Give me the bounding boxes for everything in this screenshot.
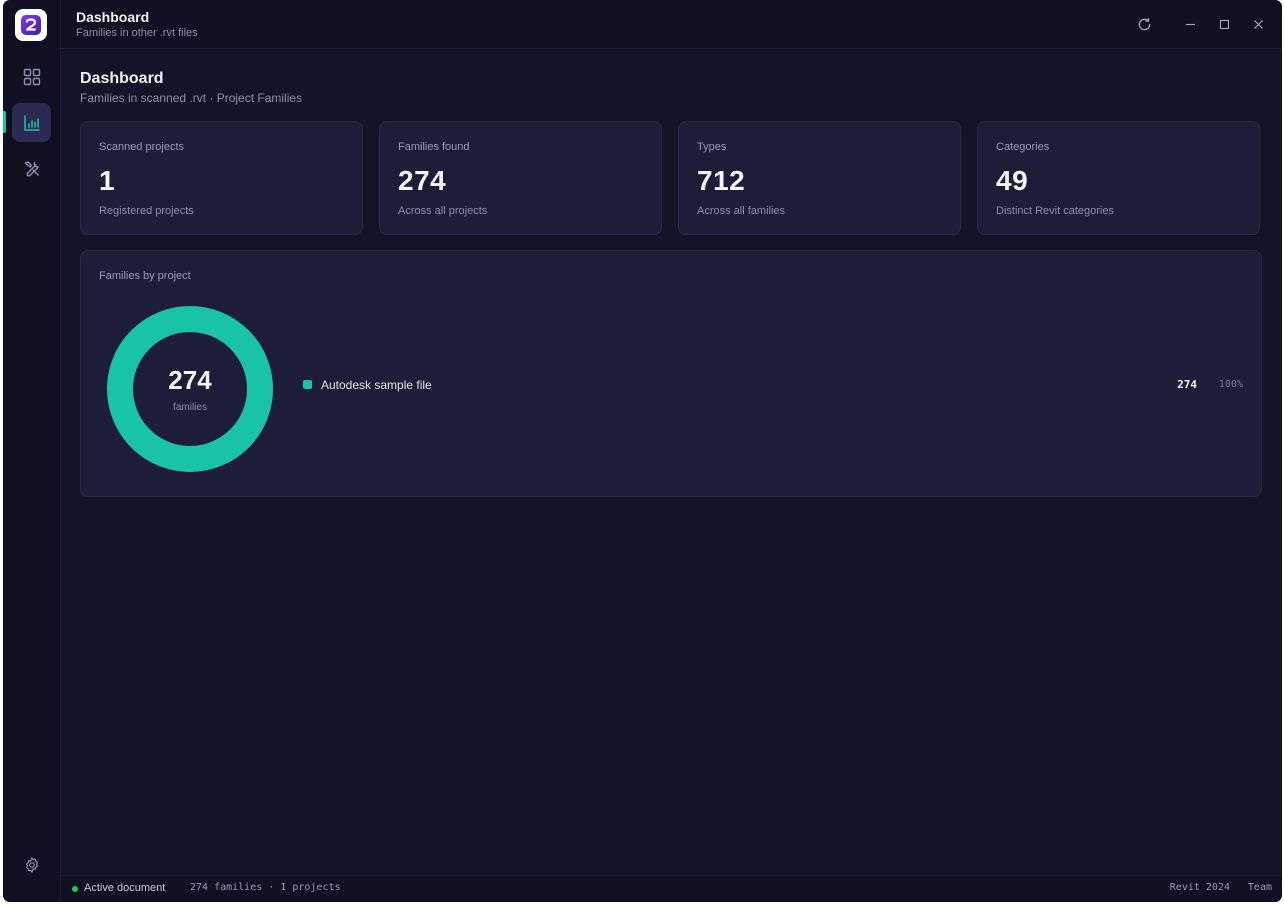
minimize-icon [1185,23,1195,25]
stat-note: Distinct Revit categories [996,205,1114,217]
window-title: Dashboard [76,9,150,25]
stat-note: Across all projects [398,205,488,217]
close-button[interactable] [1248,14,1268,34]
minimize-button[interactable] [1180,14,1200,34]
sidebar-item-tools[interactable] [12,149,51,188]
stat-value: 49 [996,165,1029,196]
stat-card-types: Types 712 Across all families [678,121,961,235]
stat-card-scanned-projects: Scanned projects 1 Registered projects [80,121,363,235]
stat-card-families-found: Families found 274 Across all projects [379,121,662,235]
settings-button[interactable] [12,845,51,884]
legend-item[interactable]: Autodesk sample file 274 100% [303,377,1243,393]
status-active-document: Active document [84,882,166,894]
sidebar-item-overview[interactable] [12,57,51,96]
tools-icon [24,160,39,177]
status-indicator-dot [72,886,78,892]
close-icon [1253,19,1263,29]
active-nav-indicator [3,111,6,133]
legend-label: Autodesk sample file [321,378,432,392]
stat-note: Across all families [697,205,786,217]
legend-count: 274 [1177,378,1197,391]
page-subtitle: Families in scanned .rvt · Project Famil… [80,91,303,105]
status-edition: Team [1247,882,1272,893]
window-subtitle: Families in other .rvt files [76,27,198,39]
status-summary: 274 families · 1 projects [190,882,341,893]
stat-value: 712 [697,165,746,196]
donut-center-value: 274 [168,365,212,395]
maximize-icon [1219,19,1229,29]
grid-icon [23,68,40,85]
status-version: Revit 2024 [1169,882,1230,893]
stat-value: 1 [99,165,116,196]
donut-chart: 274 families [106,305,274,473]
page-title: Dashboard [80,70,164,87]
stat-card-categories: Categories 49 Distinct Revit categories [977,121,1260,235]
title-bar: Dashboard Families in other .rvt files [61,0,1282,49]
stat-label: Scanned projects [99,141,184,153]
stat-label: Types [697,141,727,153]
refresh-button[interactable] [1134,14,1154,34]
app-logo-icon [21,15,41,35]
stat-label: Categories [996,141,1050,153]
main-content: Dashboard Families in scanned .rvt · Pro… [61,49,1282,875]
legend-percent: 100% [1218,379,1243,390]
sidebar-item-dashboard[interactable] [12,103,51,142]
sidebar [3,0,61,902]
chart-icon [23,114,40,131]
legend-swatch [303,380,312,389]
status-bar: Active document 274 families · 1 project… [61,875,1282,902]
chart-title: Families by project [99,270,191,282]
app-window: Dashboard Families in other .rvt files D… [3,0,1282,902]
stat-note: Registered projects [99,205,194,217]
refresh-icon [1138,17,1150,30]
maximize-button[interactable] [1214,14,1234,34]
families-by-project-card: Families by project 274 families Autodes… [80,250,1262,497]
app-logo[interactable] [15,9,47,41]
stat-value: 274 [398,165,447,196]
donut-center-label: families [173,402,207,413]
gear-icon [25,856,38,873]
stat-label: Families found [398,141,470,153]
